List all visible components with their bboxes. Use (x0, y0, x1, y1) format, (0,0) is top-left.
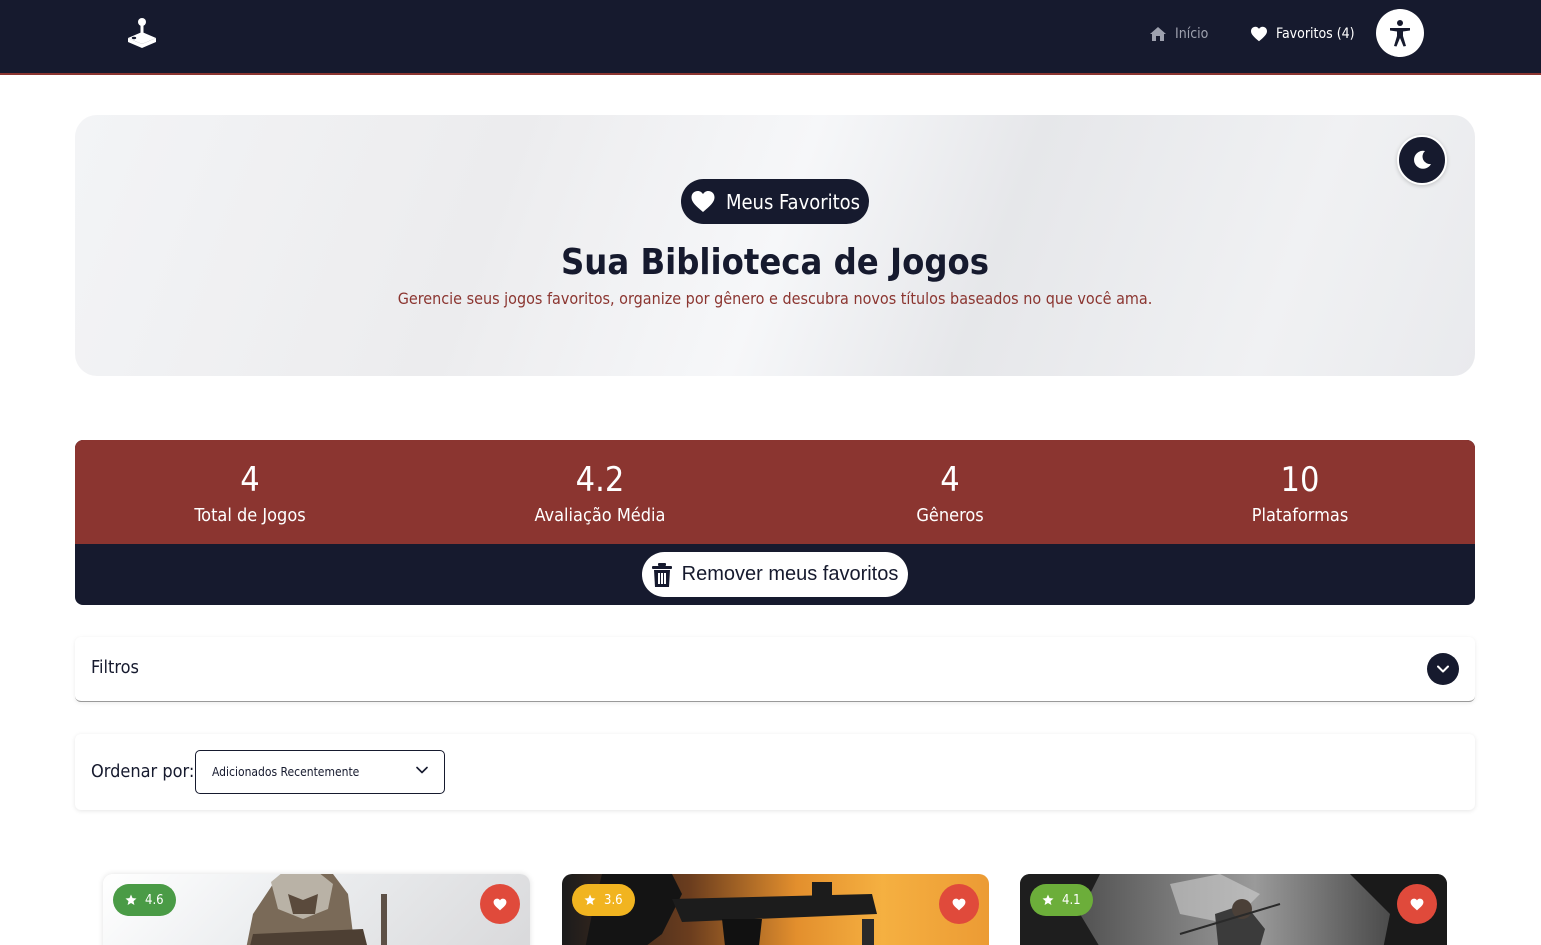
rating-badge: 4.6 (113, 884, 176, 916)
page-subtitle: Gerencie seus jogos favoritos, organize … (397, 289, 1153, 308)
nav-favorites-label: Favoritos (4) (1276, 26, 1355, 42)
stat-value: 10 (1280, 460, 1320, 500)
star-icon (1042, 894, 1054, 905)
game-card[interactable]: 3.6 (562, 874, 989, 945)
sort-label: Ordenar por: (91, 761, 195, 782)
accessibility-button[interactable] (1376, 9, 1424, 57)
page-title: Sua Biblioteca de Jogos (560, 242, 990, 283)
favorite-toggle-button[interactable] (1397, 884, 1437, 924)
heart-icon (493, 898, 507, 910)
trash-icon (651, 562, 672, 587)
navbar: Início Favoritos (4) (0, 0, 1541, 75)
stat-average-rating: 4.2 Avaliação Média (425, 440, 775, 544)
stat-genres: 4 Gêneros (775, 440, 1125, 544)
rating-badge: 4.1 (1030, 884, 1093, 916)
theme-toggle-button[interactable] (1397, 135, 1447, 185)
stat-platforms: 10 Plataformas (1125, 440, 1475, 544)
star-icon (125, 894, 137, 905)
rating-value: 3.6 (604, 892, 623, 908)
favorite-toggle-button[interactable] (480, 884, 520, 924)
heart-icon (1410, 898, 1424, 910)
hero-banner: Meus Favoritos Sua Biblioteca de Jogos G… (75, 115, 1475, 376)
filters-label: Filtros (91, 657, 139, 678)
home-icon (1150, 27, 1166, 41)
favorite-toggle-button[interactable] (939, 884, 979, 924)
star-icon (584, 894, 596, 905)
joystick-logo-icon[interactable] (122, 16, 162, 52)
stats-row: 4 Total de Jogos 4.2 Avaliação Média 4 G… (75, 440, 1475, 544)
sort-panel: Ordenar por: Adicionados Recentemente (75, 734, 1475, 810)
stat-label: Gêneros (916, 505, 984, 526)
stat-value: 4 (240, 460, 260, 500)
favorites-badge-label: Meus Favoritos (725, 189, 861, 214)
nav-home-link[interactable]: Início (1149, 22, 1208, 46)
rating-badge: 3.6 (572, 884, 635, 916)
stat-label: Avaliação Média (534, 505, 666, 526)
stat-value: 4 (940, 460, 960, 500)
sort-select[interactable]: Adicionados Recentemente (195, 750, 445, 794)
remove-favorites-button[interactable]: Remover meus favoritos (642, 552, 908, 597)
chevron-down-icon (1437, 665, 1449, 673)
favorites-badge: Meus Favoritos (681, 179, 869, 224)
stats-panel: 4 Total de Jogos 4.2 Avaliação Média 4 G… (75, 440, 1475, 605)
heart-icon (952, 898, 966, 910)
accessibility-icon (1390, 20, 1410, 47)
nav-favorites-link[interactable]: Favoritos (4) (1250, 22, 1355, 46)
filters-toggle-button[interactable] (1427, 653, 1459, 685)
rating-value: 4.1 (1062, 892, 1081, 908)
heart-icon (1251, 26, 1267, 42)
game-card[interactable]: 4.6 (103, 874, 530, 945)
filters-panel[interactable]: Filtros (75, 637, 1475, 702)
moon-icon (1414, 150, 1431, 169)
chevron-down-icon (416, 766, 428, 774)
stat-total-games: 4 Total de Jogos (75, 440, 425, 544)
remove-favorites-label: Remover meus favoritos (681, 563, 899, 585)
nav-home-label: Início (1175, 26, 1209, 42)
sort-selected-value: Adicionados Recentemente (212, 765, 360, 779)
stat-label: Plataformas (1251, 505, 1349, 526)
rating-value: 4.6 (145, 892, 164, 908)
heart-icon (691, 191, 715, 212)
game-card[interactable]: 4.1 (1020, 874, 1447, 945)
stat-value: 4.2 (575, 460, 625, 500)
stat-label: Total de Jogos (194, 505, 306, 526)
